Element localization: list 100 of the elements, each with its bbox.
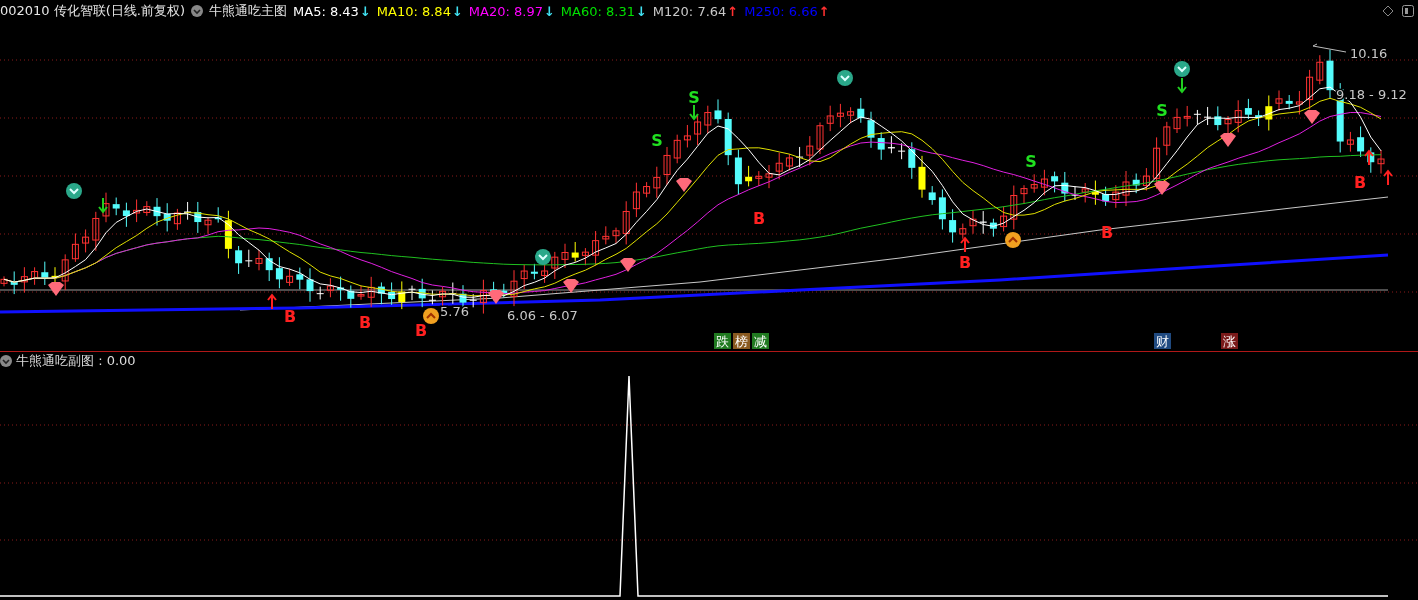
candlestick xyxy=(1285,94,1293,110)
moving-average-value: M120: 7.64 xyxy=(652,3,727,19)
price-label: 5.76 xyxy=(440,304,469,319)
dropdown-icon[interactable] xyxy=(191,5,204,17)
candlestick xyxy=(1122,170,1130,207)
candlestick xyxy=(1193,109,1201,126)
candlestick xyxy=(337,276,345,302)
candlestick xyxy=(530,263,538,280)
buy-signal: B xyxy=(1353,173,1367,192)
candlestick xyxy=(1112,184,1120,209)
candlestick xyxy=(653,166,661,199)
up-arrow-icon xyxy=(1364,149,1374,166)
candlestick xyxy=(1000,205,1008,232)
candlestick xyxy=(122,202,130,228)
sub-chart-title: 牛熊通吃副图 : 0.00 xyxy=(16,352,136,370)
candlestick xyxy=(1367,146,1375,174)
candlestick xyxy=(1204,106,1212,126)
candlestick xyxy=(745,165,753,187)
down-arrow-icon xyxy=(1177,77,1187,94)
candlestick xyxy=(571,241,579,263)
candlestick xyxy=(724,112,732,166)
candlestick xyxy=(1102,186,1110,207)
candlestick xyxy=(867,111,875,149)
candlestick xyxy=(418,278,426,308)
candlestick xyxy=(520,264,528,290)
chevron-down-icon xyxy=(1174,61,1190,77)
candlestick xyxy=(775,152,783,180)
candlestick xyxy=(908,141,916,180)
candlestick xyxy=(1214,105,1222,131)
chevron-down-icon xyxy=(535,249,551,265)
event-tag[interactable]: 财 xyxy=(1154,333,1171,349)
candlestick xyxy=(439,286,447,307)
candlestick xyxy=(683,124,691,148)
candlestick xyxy=(663,146,671,186)
candlestick xyxy=(10,270,18,295)
candlestick xyxy=(1255,110,1263,127)
sell-signal: S xyxy=(651,131,663,150)
trend-arrow: ↓ xyxy=(451,3,463,19)
candlestick xyxy=(245,249,253,268)
moving-average-value: MA10: 8.84 xyxy=(376,3,451,19)
trend-arrow: ↓ xyxy=(635,3,647,19)
candlestick xyxy=(1224,115,1232,135)
dropdown-icon[interactable] xyxy=(0,355,12,367)
candlestick xyxy=(1081,182,1089,203)
candlestick xyxy=(1153,136,1161,190)
trend-arrow: ↑ xyxy=(818,3,830,19)
candlestick xyxy=(785,153,793,171)
candlestick xyxy=(969,209,977,235)
trend-arrow: ↓ xyxy=(359,3,371,19)
candlestick xyxy=(479,279,487,315)
sell-signal: S xyxy=(688,88,700,107)
candlestick xyxy=(1265,95,1273,131)
event-tag[interactable]: 涨 xyxy=(1221,333,1238,349)
buy-signal: B xyxy=(414,321,428,340)
up-arrow-icon xyxy=(1383,169,1393,186)
candlestick xyxy=(102,192,110,223)
candlestick xyxy=(622,200,630,245)
candlestick xyxy=(816,121,824,155)
trend-arrow: ↑ xyxy=(727,3,739,19)
diamond-icon xyxy=(563,279,579,293)
candlestick xyxy=(673,134,681,164)
diamond-icon xyxy=(620,258,636,272)
candlestick xyxy=(20,266,28,294)
candlestick xyxy=(296,267,304,290)
down-arrow-icon xyxy=(689,104,699,121)
event-tag[interactable]: 跌 xyxy=(714,333,731,349)
candlestick xyxy=(836,103,844,128)
candlestick xyxy=(388,281,396,306)
candlestick xyxy=(265,252,273,282)
event-tag[interactable]: 榜 xyxy=(733,333,750,349)
candlestick xyxy=(408,285,416,301)
candlestick xyxy=(643,181,651,198)
sell-signal: S xyxy=(1025,152,1037,171)
candlestick xyxy=(1030,173,1038,194)
candlestick xyxy=(928,185,936,206)
candlestick xyxy=(204,216,212,235)
candlestick xyxy=(765,164,773,189)
candlestick xyxy=(1051,171,1059,193)
candlestick xyxy=(1020,184,1028,205)
candlestick xyxy=(153,197,161,227)
candlestick xyxy=(459,284,467,309)
panel-toggle-icon[interactable] xyxy=(1402,5,1414,17)
moving-average-value: M250: 6.66 xyxy=(744,3,818,19)
candlestick xyxy=(581,247,589,266)
indicator-name[interactable]: 牛熊通吃主图 xyxy=(209,2,288,20)
diamond-icon[interactable] xyxy=(1382,5,1394,17)
candlestick xyxy=(826,105,834,132)
candlestick xyxy=(1377,149,1385,175)
candlestick xyxy=(877,131,885,161)
candlestick xyxy=(1306,69,1314,110)
up-arrow-icon xyxy=(267,293,277,310)
candlestick xyxy=(255,249,263,271)
candlestick xyxy=(1357,125,1365,158)
candlestick xyxy=(275,256,283,289)
chevron-down-icon xyxy=(66,183,82,199)
candlestick xyxy=(1244,98,1252,120)
candlestick xyxy=(184,201,192,221)
buy-signal: B xyxy=(958,253,972,272)
event-tag[interactable]: 减 xyxy=(752,333,769,349)
chevron-up-icon xyxy=(1005,232,1021,248)
